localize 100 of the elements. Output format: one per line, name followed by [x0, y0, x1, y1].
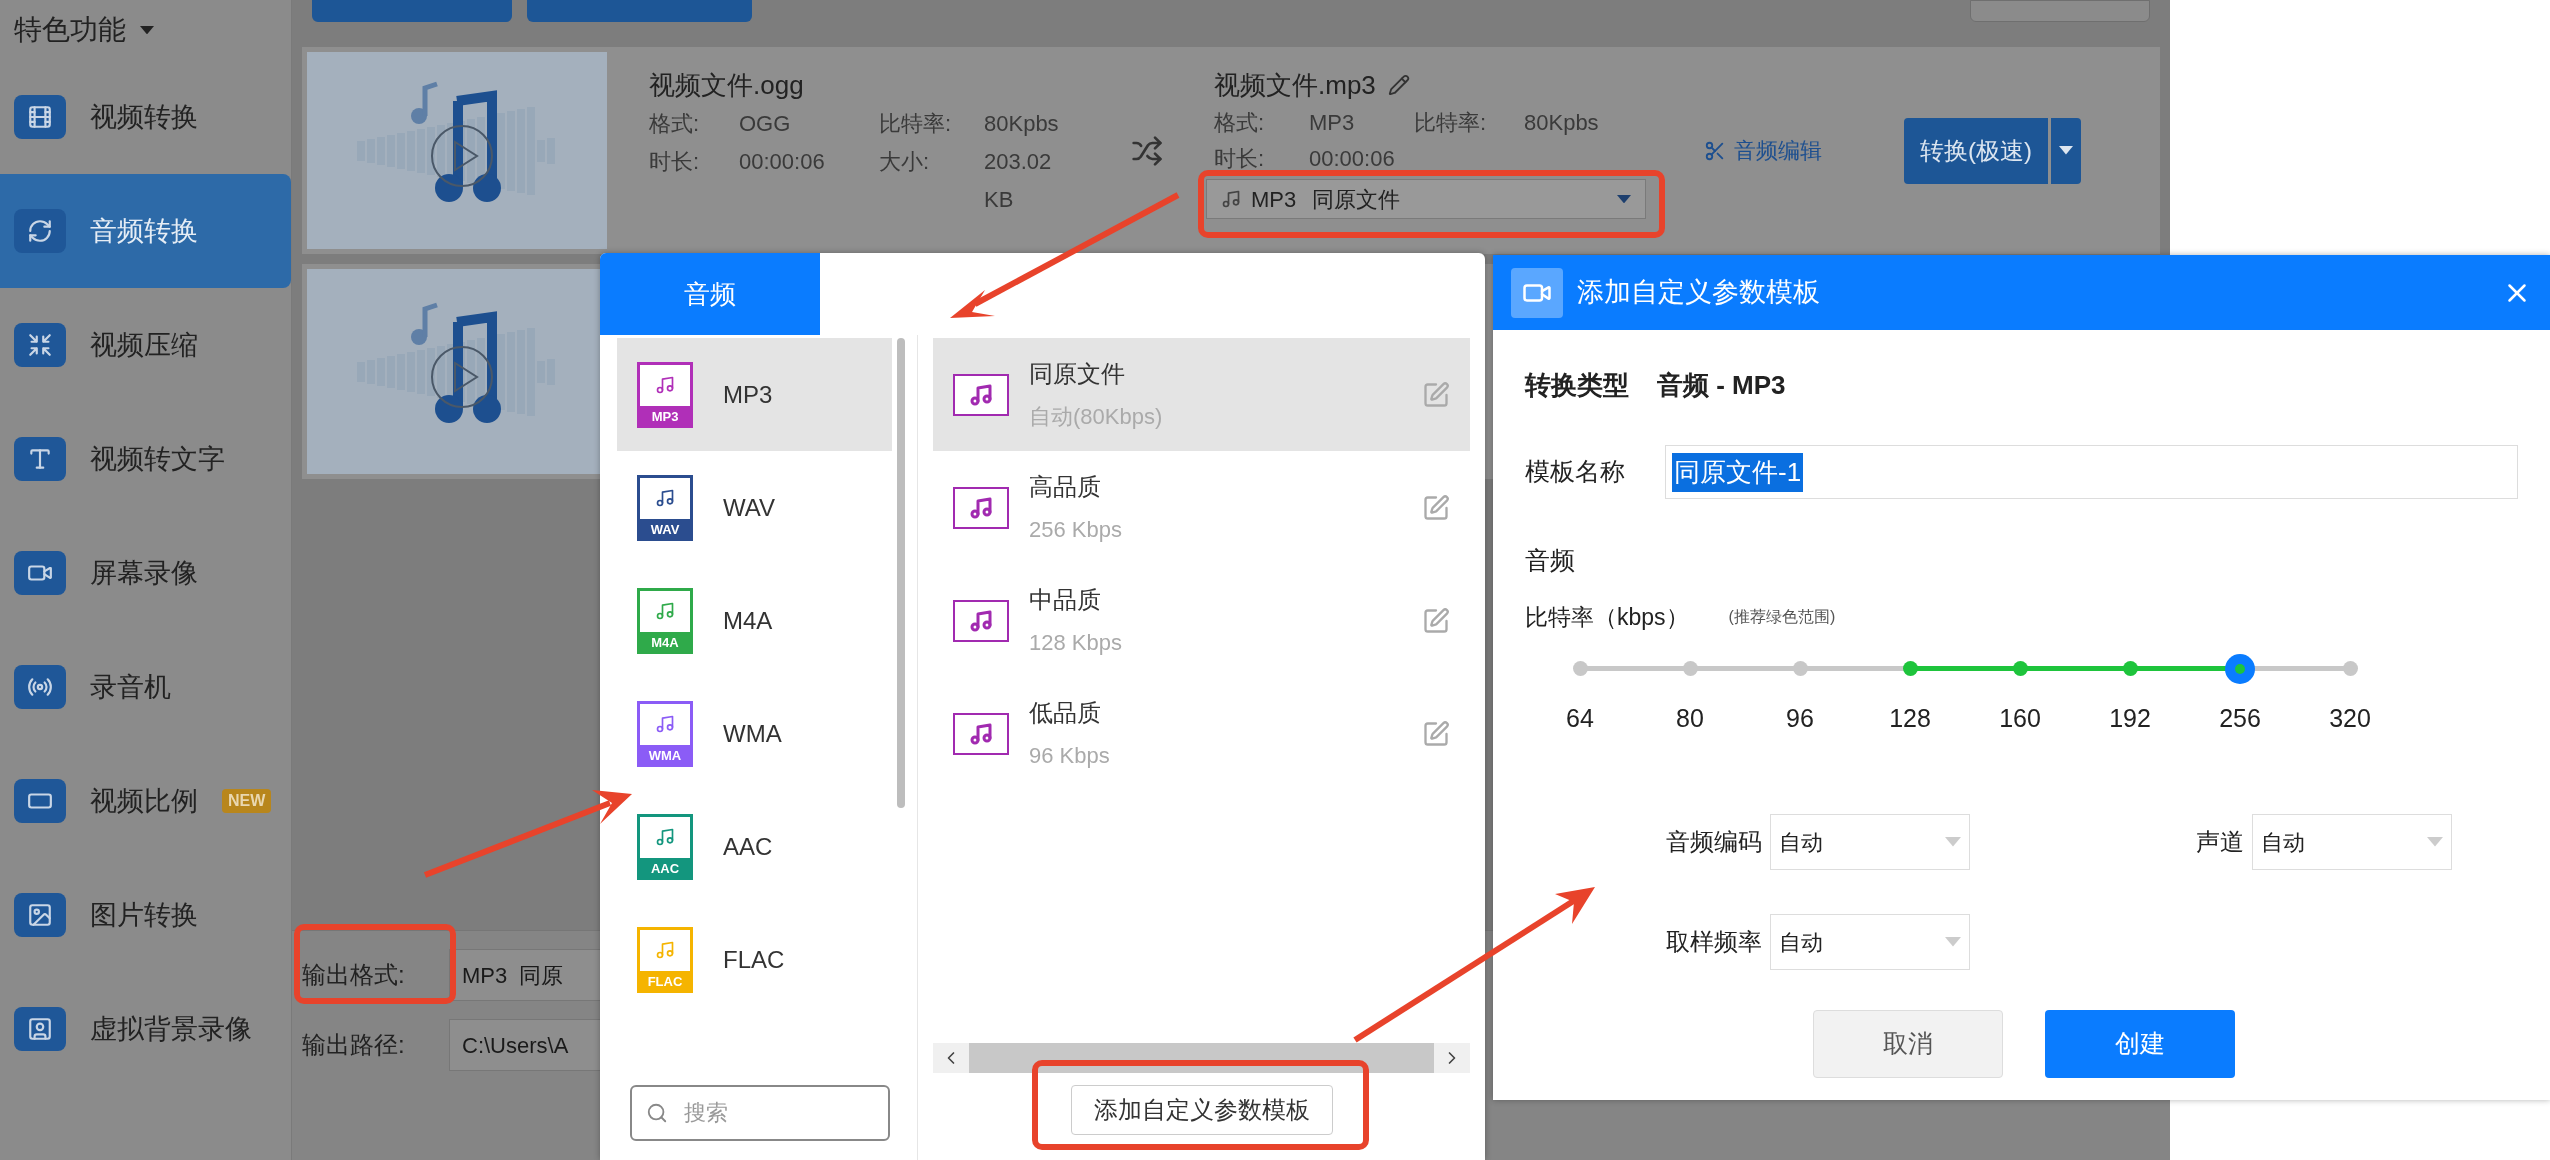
music-note-icon — [655, 827, 675, 847]
preset-name: 同原文件 — [1029, 359, 1126, 389]
film-icon — [14, 95, 66, 139]
format-item[interactable]: WMA WMA — [617, 677, 892, 790]
field-label: 时长: — [1214, 145, 1266, 173]
preset-detail: 自动(80Kbps) — [1029, 403, 1164, 431]
caret-icon — [1617, 194, 1631, 204]
tick-label: 160 — [1999, 703, 2041, 734]
scrollbar[interactable] — [897, 338, 905, 808]
preset-item[interactable]: 同原文件 自动(80Kbps) — [933, 338, 1470, 451]
edit-icon[interactable] — [1422, 493, 1450, 522]
sidebar-item[interactable]: 视频比例 NEW — [0, 744, 291, 858]
tick-label: 128 — [1889, 703, 1931, 734]
sidebar-item[interactable]: 视频转文字 — [0, 402, 291, 516]
sidebar-item[interactable]: 视频转换 — [0, 60, 291, 174]
select-field[interactable]: 自动 — [1770, 914, 1970, 970]
shuffle-icon[interactable] — [1130, 134, 1163, 167]
preset-item[interactable]: 高品质 256 Kbps — [933, 451, 1470, 564]
search-field[interactable]: 搜索 — [630, 1085, 890, 1141]
format-item[interactable]: MP3 MP3 — [617, 338, 892, 451]
bitrate-label: 比特率（kbps） — [1525, 602, 1689, 632]
add-template-button[interactable]: 添加自定义参数模板 — [1070, 1085, 1333, 1135]
field-label: 大小: — [879, 148, 931, 176]
create-button[interactable]: 创建 — [2045, 1010, 2235, 1078]
edit-icon[interactable] — [1422, 606, 1450, 635]
preset-detail: 128 Kbps — [1029, 629, 1123, 657]
sidebar-item[interactable]: 视频压缩 — [0, 288, 291, 402]
field-label: 格式: — [649, 110, 701, 138]
edit-icon[interactable] — [1422, 380, 1450, 409]
output-format-label: 输出格式: — [302, 960, 406, 990]
edit-icon[interactable] — [1422, 719, 1450, 748]
pencil-icon[interactable] — [1387, 74, 1410, 96]
music-note-icon — [953, 486, 1009, 529]
format-item[interactable]: M4A M4A — [617, 564, 892, 677]
preset-name: 高品质 — [1029, 472, 1102, 502]
preset-name: 低品质 — [1029, 698, 1102, 728]
person-icon — [14, 1007, 66, 1051]
format-label: AAC — [650, 862, 680, 875]
music-note-icon — [655, 375, 675, 395]
field-value: 80Kpbs — [984, 110, 1060, 138]
sidebar-item[interactable]: 音频转换 — [0, 174, 291, 288]
convert-button[interactable]: 转换(极速) — [1904, 117, 2048, 184]
sidebar-item[interactable]: 屏幕录像 — [0, 516, 291, 630]
output-path-label: 输出路径: — [302, 1030, 406, 1060]
section-title: 音频 — [1525, 545, 1576, 576]
slider-thumb[interactable] — [2224, 654, 2255, 684]
select-label: 音频编码 — [1666, 827, 1762, 857]
tick-label: 320 — [2329, 703, 2371, 734]
preset-item[interactable]: 中品质 128 Kbps — [933, 564, 1470, 677]
video-camera-icon — [1511, 267, 1563, 318]
field-label: 时长: — [649, 148, 701, 176]
caret-icon — [2427, 837, 2443, 847]
music-note-icon — [953, 599, 1009, 642]
preset-name: 中品质 — [1029, 585, 1102, 615]
music-note-icon — [953, 712, 1009, 755]
sidebar-item[interactable]: 图片转换 — [0, 858, 291, 972]
type-value: 音频 - MP3 — [1657, 368, 1786, 402]
file-name: 视频文件.mp3 — [1214, 68, 1376, 102]
field-value: 203.02 KB — [984, 148, 1053, 214]
format-item[interactable]: AAC AAC — [617, 790, 892, 903]
video-camera-icon — [14, 551, 66, 595]
preset-detail: 96 Kbps — [1029, 742, 1111, 770]
sidebar-item[interactable]: 虚拟背景录像 — [0, 972, 291, 1086]
format-label: M4A — [651, 636, 679, 649]
file-name: 视频文件.ogg — [649, 68, 804, 102]
caret-icon — [2059, 146, 2073, 155]
sidebar-item[interactable]: 录音机 — [0, 630, 291, 744]
convert-menu-button[interactable] — [2051, 117, 2081, 184]
text-icon — [14, 437, 66, 481]
format-label: FLAC — [647, 975, 683, 988]
music-note-icon — [953, 373, 1009, 416]
template-name-label: 模板名称 — [1525, 456, 1626, 488]
format-item[interactable]: WAV WAV — [617, 451, 892, 564]
music-note-icon — [655, 601, 675, 621]
image-icon — [14, 893, 66, 937]
field-value: 00:00:06 — [1309, 145, 1396, 173]
tick-label: 256 — [2219, 703, 2261, 734]
bitrate-hint: (推荐绿色范围) — [1728, 607, 1836, 627]
caret-icon — [140, 25, 154, 35]
format-item[interactable]: FLAC FLAC — [617, 903, 892, 1016]
field-value: OGG — [739, 110, 792, 138]
format-label: MP3 — [651, 410, 679, 423]
select-field[interactable]: 自动 — [2252, 814, 2452, 870]
field-value: 80Kpbs — [1524, 109, 1600, 137]
format-tab[interactable]: 音频 — [600, 253, 820, 335]
preset-dropdown[interactable]: MP3 同原文件 — [1206, 179, 1646, 219]
caret-icon — [1945, 837, 1961, 847]
field-value: 00:00:06 — [739, 148, 826, 176]
template-name-field[interactable]: 同原文件-1 — [1665, 445, 2518, 499]
field-label: 比特率: — [879, 110, 953, 138]
type-label: 转换类型 — [1525, 368, 1629, 402]
preset-item[interactable]: 低品质 96 Kbps — [933, 677, 1470, 790]
select-field[interactable]: 自动 — [1770, 814, 1970, 870]
caret-icon — [1945, 937, 1961, 947]
music-note-icon — [1221, 189, 1241, 209]
search-icon — [646, 1102, 668, 1124]
tick-label: 64 — [1566, 703, 1594, 734]
scissors-icon — [1704, 139, 1726, 162]
cancel-button[interactable]: 取消 — [1813, 1010, 2003, 1078]
music-note-icon — [655, 488, 675, 508]
